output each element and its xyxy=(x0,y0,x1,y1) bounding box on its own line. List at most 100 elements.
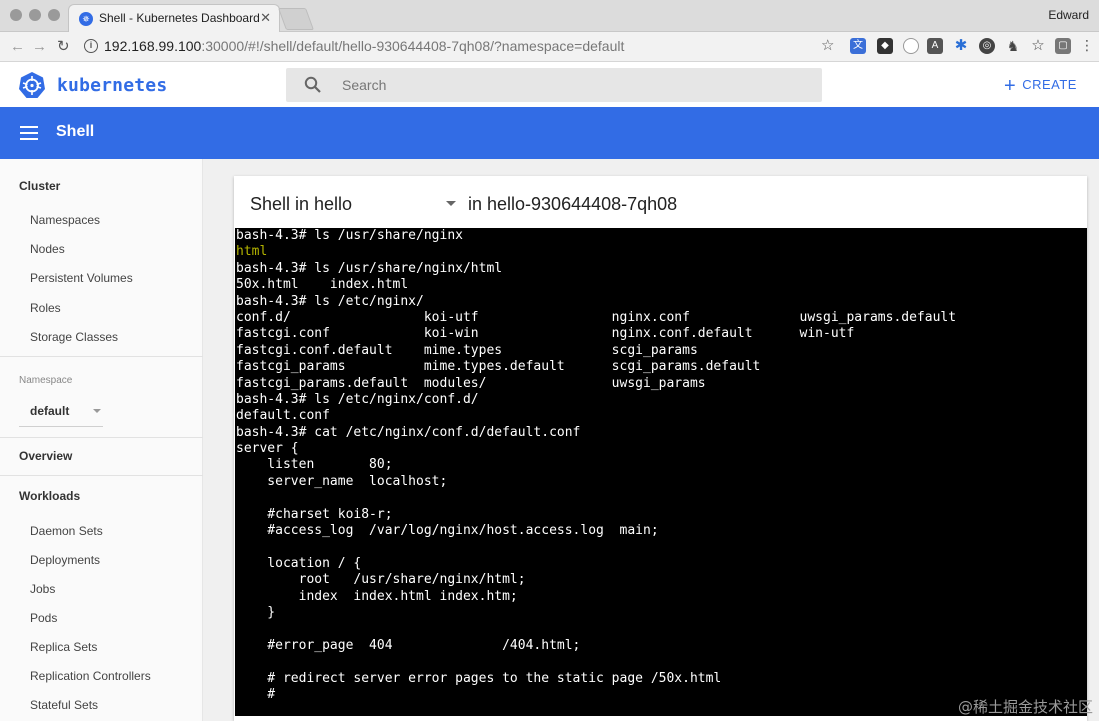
create-label: CREATE xyxy=(1022,77,1077,92)
screen: ✵ Shell - Kubernetes Dashboard ✕ Edward … xyxy=(0,0,1099,721)
container-select[interactable]: Shell in hello xyxy=(250,194,352,215)
terminal-line: index index.html index.htm; xyxy=(236,588,518,604)
snowflake-extension-icon[interactable]: ✱ xyxy=(953,38,969,54)
sidebar-item-pods[interactable]: Pods xyxy=(30,611,57,625)
search-input[interactable]: Search xyxy=(342,77,386,93)
sidebar-item-jobs[interactable]: Jobs xyxy=(30,582,55,596)
sidebar-divider xyxy=(0,356,203,357)
reload-icon[interactable]: ↻ xyxy=(57,38,70,56)
terminal-line: bash-4.3# ls /usr/share/nginx xyxy=(236,228,463,243)
menu-dots-icon[interactable]: ⋮ xyxy=(1079,38,1095,54)
minimize-window-button[interactable] xyxy=(29,9,41,21)
terminal-line: html xyxy=(236,244,268,260)
sidebar-item-replica-sets[interactable]: Replica Sets xyxy=(30,640,97,654)
sidebar-section-workloads[interactable]: Workloads xyxy=(19,489,80,503)
tab-close-icon[interactable]: ✕ xyxy=(260,10,271,26)
terminal-line: #charset koi8-r; xyxy=(236,506,393,522)
watermark: @稀土掘金技术社区 xyxy=(957,698,1093,716)
terminal-line: server { xyxy=(236,441,299,457)
terminal-line: fastcgi.conf koi-win nginx.conf.default … xyxy=(236,326,855,342)
sidebar-item-replication-controllers[interactable]: Replication Controllers xyxy=(30,669,151,683)
kubernetes-favicon-icon: ✵ xyxy=(79,12,93,26)
terminal-line: #error_page 404 /404.html; xyxy=(236,637,581,653)
sidebar-item-overview[interactable]: Overview xyxy=(19,449,72,463)
sidebar-item-persistent-volumes[interactable]: Persistent Volumes xyxy=(30,271,133,285)
page-titlebar: Shell xyxy=(0,107,1099,159)
shell-card: Shell in hello in hello-930644408-7qh08 … xyxy=(234,176,1087,721)
address-bar[interactable]: i 192.168.99.100:30000/#!/shell/default/… xyxy=(78,36,848,58)
browser-toolbar: ← → ↻ i 192.168.99.100:30000/#!/shell/de… xyxy=(0,32,1099,62)
pod-name: in hello-930644408-7qh08 xyxy=(468,194,678,214)
sidebar-item-stateful-sets[interactable]: Stateful Sets xyxy=(30,698,98,712)
plus-icon: + xyxy=(1004,75,1017,97)
url-text[interactable]: 192.168.99.100:30000/#!/shell/default/he… xyxy=(104,38,624,54)
sidebar-item-roles[interactable]: Roles xyxy=(30,301,61,315)
create-button[interactable]: + CREATE xyxy=(1004,75,1077,98)
app-header: kubernetes Search + CREATE xyxy=(0,62,1099,107)
namespace-value: default xyxy=(30,404,70,418)
browser-tab-active[interactable]: ✵ Shell - Kubernetes Dashboard ✕ xyxy=(68,4,280,32)
terminal-line: #access_log /var/log/nginx/host.access.l… xyxy=(236,523,659,539)
shield-extension-icon[interactable]: ◆ xyxy=(877,38,893,54)
search-box[interactable]: Search xyxy=(286,68,822,102)
globe-extension-icon[interactable]: ◎ xyxy=(979,38,995,54)
namespace-label: Namespace xyxy=(19,375,73,386)
sidebar-item-nodes[interactable]: Nodes xyxy=(30,242,65,256)
terminal-line: bash-4.3# ls /etc/nginx/conf.d/ xyxy=(236,391,479,407)
bookmark-star-icon[interactable]: ☆ xyxy=(821,36,834,54)
terminal-line: } xyxy=(236,604,276,620)
ai-extension-icon[interactable]: A xyxy=(927,38,943,54)
sidebar-section-cluster[interactable]: Cluster xyxy=(19,179,60,193)
close-window-button[interactable] xyxy=(10,9,22,21)
terminal-line: fastcgi_params.default modules/ uwsgi_pa… xyxy=(236,375,706,391)
tab-title: Shell - Kubernetes Dashboard xyxy=(99,11,260,25)
terminal-line: fastcgi_params mime.types.default scgi_p… xyxy=(236,359,761,375)
site-info-icon[interactable]: i xyxy=(84,39,98,53)
sidebar-divider xyxy=(0,475,203,476)
terminal[interactable]: bash-4.3# ls /usr/share/nginx html bash-4.… xyxy=(235,228,1087,716)
chevron-down-icon xyxy=(93,409,101,413)
browser-tab-strip: ✵ Shell - Kubernetes Dashboard ✕ Edward xyxy=(0,0,1099,32)
sidebar-divider xyxy=(0,437,203,438)
star-extension-icon[interactable]: ☆ xyxy=(1030,38,1046,54)
terminal-line: conf.d/ koi-utf nginx.conf uwsgi_params.… xyxy=(236,309,957,325)
terminal-line: default.conf xyxy=(236,408,330,424)
sidebar-item-daemon-sets[interactable]: Daemon Sets xyxy=(30,524,103,538)
terminal-line: root /usr/share/nginx/html; xyxy=(236,572,526,588)
translate-extension-icon[interactable]: 文 xyxy=(850,38,866,54)
terminal-output: bash-4.3# ls /usr/share/nginx html bash-4.… xyxy=(235,228,1087,703)
url-path: :30000/#!/shell/default/hello-930644408-… xyxy=(201,38,625,54)
back-arrow-icon[interactable]: ← xyxy=(10,38,25,56)
square-extension-icon[interactable]: ▢ xyxy=(1055,38,1071,54)
forward-arrow-icon[interactable]: → xyxy=(32,38,47,56)
shell-header: Shell in hello in hello-930644408-7qh08 xyxy=(234,176,1087,228)
new-tab-button[interactable] xyxy=(277,8,315,30)
terminal-line: location / { xyxy=(236,555,362,571)
search-icon xyxy=(304,76,321,93)
brand-name[interactable]: kubernetes xyxy=(57,75,167,96)
sidebar-item-namespaces[interactable]: Namespaces xyxy=(30,213,100,227)
sidebar-item-storage-classes[interactable]: Storage Classes xyxy=(30,330,118,344)
zoom-window-button[interactable] xyxy=(48,9,60,21)
profile-name[interactable]: Edward xyxy=(1048,8,1089,22)
puzzle-extension-icon[interactable]: ♞ xyxy=(1005,38,1021,54)
terminal-line: # redirect server error pages to the sta… xyxy=(236,670,722,686)
terminal-line: bash-4.3# cat /etc/nginx/conf.d/default.… xyxy=(236,424,581,440)
kubernetes-logo-icon[interactable] xyxy=(18,71,46,99)
dropdown-arrow-icon[interactable] xyxy=(446,201,456,206)
sidebar-item-deployments[interactable]: Deployments xyxy=(30,553,100,567)
terminal-line: bash-4.3# ls /etc/nginx/ xyxy=(236,293,424,309)
circle-extension-icon[interactable] xyxy=(903,38,919,54)
terminal-line: bash-4.3# ls /usr/share/nginx/html xyxy=(236,260,503,276)
main-content: Shell in hello in hello-930644408-7qh08 … xyxy=(203,159,1099,721)
namespace-select[interactable]: default xyxy=(19,394,103,427)
sidebar-nav: Cluster Namespaces Nodes Persistent Volu… xyxy=(0,159,203,721)
terminal-line: fastcgi.conf.default mime.types scgi_par… xyxy=(236,342,698,358)
hamburger-menu-icon[interactable] xyxy=(20,126,38,140)
terminal-line: listen 80; xyxy=(236,457,393,473)
terminal-line: server_name localhost; xyxy=(236,473,448,489)
